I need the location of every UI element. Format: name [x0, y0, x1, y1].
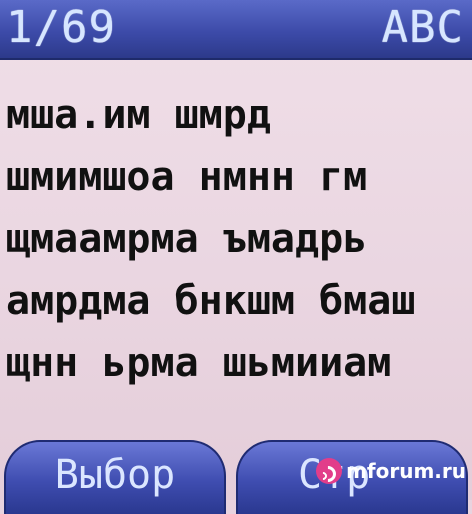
message-line: мша.им шмрд — [6, 92, 271, 138]
status-bar: 1/69 ABC — [0, 0, 472, 60]
input-mode-indicator: ABC — [381, 2, 464, 53]
message-counter: 1/69 — [6, 2, 116, 53]
message-line: шмимшоа нмнн гм — [6, 154, 368, 200]
message-line: щмаамрма ъмадрь — [6, 216, 368, 262]
watermark: mforum.ru — [316, 456, 466, 486]
message-line: амрдма бнкшм бмаш — [6, 278, 416, 324]
select-softkey[interactable]: Выбор — [4, 440, 226, 514]
message-body: мша.им шмрд шмимшоа нмнн гм щмаамрма ъма… — [6, 84, 466, 394]
phone-screen: 1/69 ABC мша.им шмрд шмимшоа нмнн гм щма… — [0, 0, 472, 514]
message-line: щнн ьрма шьмииам — [6, 340, 392, 386]
watermark-text: mforum.ru — [346, 459, 466, 483]
mforum-logo-icon — [316, 458, 343, 484]
